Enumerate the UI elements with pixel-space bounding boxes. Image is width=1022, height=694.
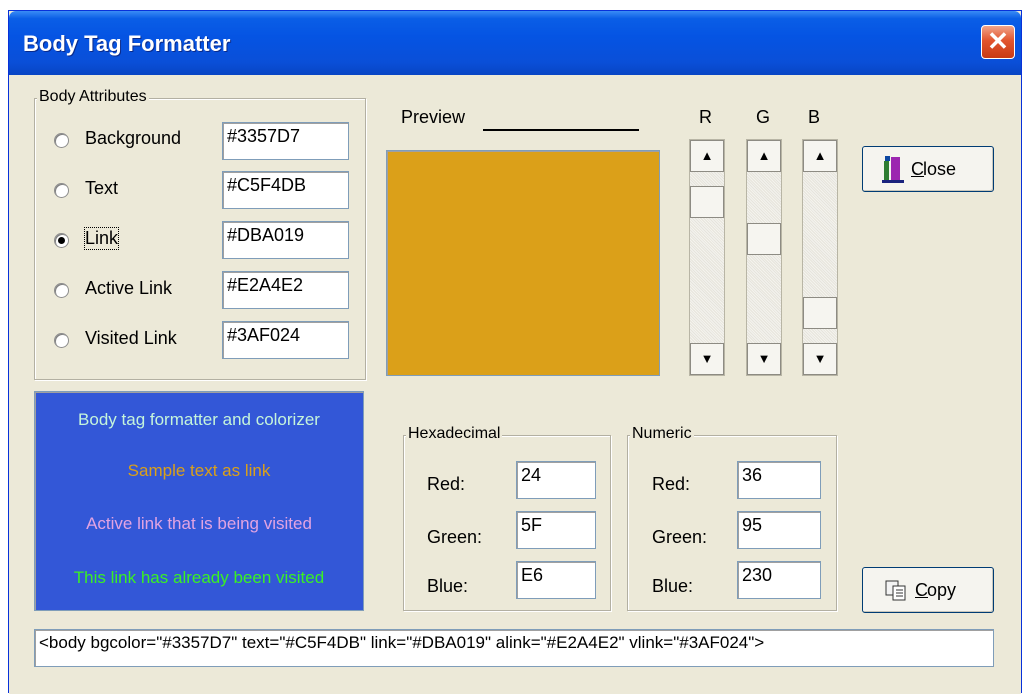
preview-swatch <box>386 150 660 376</box>
numeric-blue-field[interactable]: 230 <box>737 561 821 599</box>
hexadecimal-group: Hexadecimal Red: 24 Green: 5F Blue: E6 <box>403 425 611 611</box>
g-scroll-thumb[interactable] <box>747 223 781 255</box>
active-link-label: Active Link <box>85 278 173 298</box>
numeric-red-label: Red: <box>652 474 691 494</box>
hex-green-field[interactable]: 5F <box>516 511 596 549</box>
b-scroll-down-button[interactable]: ▼ <box>803 343 837 375</box>
hex-red-field[interactable]: 24 <box>516 461 596 499</box>
sample-link-text: Sample text as link <box>127 461 271 480</box>
close-button-label: lose <box>923 159 957 179</box>
g-scroll-down-button[interactable]: ▼ <box>747 343 781 375</box>
body-tag-output-field[interactable]: <body bgcolor="#3357D7" text="#C5F4DB" l… <box>34 629 994 667</box>
r-scroll-thumb[interactable] <box>690 186 724 218</box>
hex-red-label: Red: <box>427 474 466 494</box>
copy-icon <box>885 580 906 601</box>
hex-blue-label: Blue: <box>427 576 469 596</box>
g-scroll-up-button[interactable]: ▲ <box>747 140 781 172</box>
hex-green-label: Green: <box>427 527 483 547</box>
door-exit-icon <box>882 156 904 183</box>
client-area: Body Attributes Background #3357D7 Text … <box>9 75 1021 694</box>
body-attributes-group-title: Body Attributes <box>37 88 149 106</box>
numeric-group: Numeric Red: 36 Green: 95 Blue: 230 <box>627 425 837 611</box>
hex-blue-field[interactable]: E6 <box>516 561 596 599</box>
title-bar[interactable]: Body Tag Formatter ✕ <box>9 11 1021 75</box>
visited-link-radio[interactable] <box>54 333 69 348</box>
sample-preview-panel: Body tag formatter and colorizer Sample … <box>34 391 364 611</box>
numeric-green-label: Green: <box>652 527 708 547</box>
b-scroll-thumb[interactable] <box>803 297 837 329</box>
numeric-blue-label: Blue: <box>652 576 694 596</box>
g-scrollbar[interactable]: ▲ ▼ <box>746 139 782 376</box>
visited-link-label: Visited Link <box>85 328 177 348</box>
numeric-green-field[interactable]: 95 <box>737 511 821 549</box>
sample-active-link-text: Active link that is being visited <box>86 514 312 533</box>
r-scroll-down-button[interactable]: ▼ <box>690 343 724 375</box>
sample-body-text: Body tag formatter and colorizer <box>78 410 320 429</box>
sample-visited-link-text: This link has already been visited <box>73 568 325 587</box>
background-label: Background <box>85 128 182 148</box>
b-slider-label: B <box>808 107 821 127</box>
b-scrollbar[interactable]: ▲ ▼ <box>802 139 838 376</box>
r-scrollbar[interactable]: ▲ ▼ <box>689 139 725 376</box>
numeric-red-field[interactable]: 36 <box>737 461 821 499</box>
background-color-field[interactable]: #3357D7 <box>222 122 349 160</box>
close-icon: ✕ <box>987 26 1009 56</box>
r-scroll-up-button[interactable]: ▲ <box>690 140 724 172</box>
text-color-field[interactable]: #C5F4DB <box>222 171 349 209</box>
numeric-group-title: Numeric <box>630 425 694 443</box>
radio-selected-dot <box>58 237 65 244</box>
close-button[interactable]: Close <box>862 146 994 192</box>
window-close-button[interactable]: ✕ <box>981 25 1015 59</box>
body-tag-formatter-window: Body Tag Formatter ✕ Body Attributes Bac… <box>8 10 1022 694</box>
preview-line <box>483 129 639 131</box>
copy-button-label: opy <box>927 580 957 600</box>
r-slider-label: R <box>699 107 712 127</box>
body-attributes-group: Body Attributes Background #3357D7 Text … <box>34 88 366 380</box>
link-radio[interactable] <box>54 233 69 248</box>
hexadecimal-group-title: Hexadecimal <box>406 425 503 443</box>
text-radio[interactable] <box>54 183 69 198</box>
background-radio[interactable] <box>54 133 69 148</box>
link-label: Link <box>83 227 120 250</box>
copy-button[interactable]: Copy <box>862 567 994 613</box>
window-title: Body Tag Formatter <box>23 31 231 56</box>
b-scroll-up-button[interactable]: ▲ <box>803 140 837 172</box>
text-label: Text <box>85 178 119 198</box>
visited-link-color-field[interactable]: #3AF024 <box>222 321 349 359</box>
active-link-radio[interactable] <box>54 283 69 298</box>
preview-label: Preview <box>401 107 466 127</box>
link-color-field[interactable]: #DBA019 <box>222 221 349 259</box>
g-slider-label: G <box>756 107 771 127</box>
active-link-color-field[interactable]: #E2A4E2 <box>222 271 349 309</box>
